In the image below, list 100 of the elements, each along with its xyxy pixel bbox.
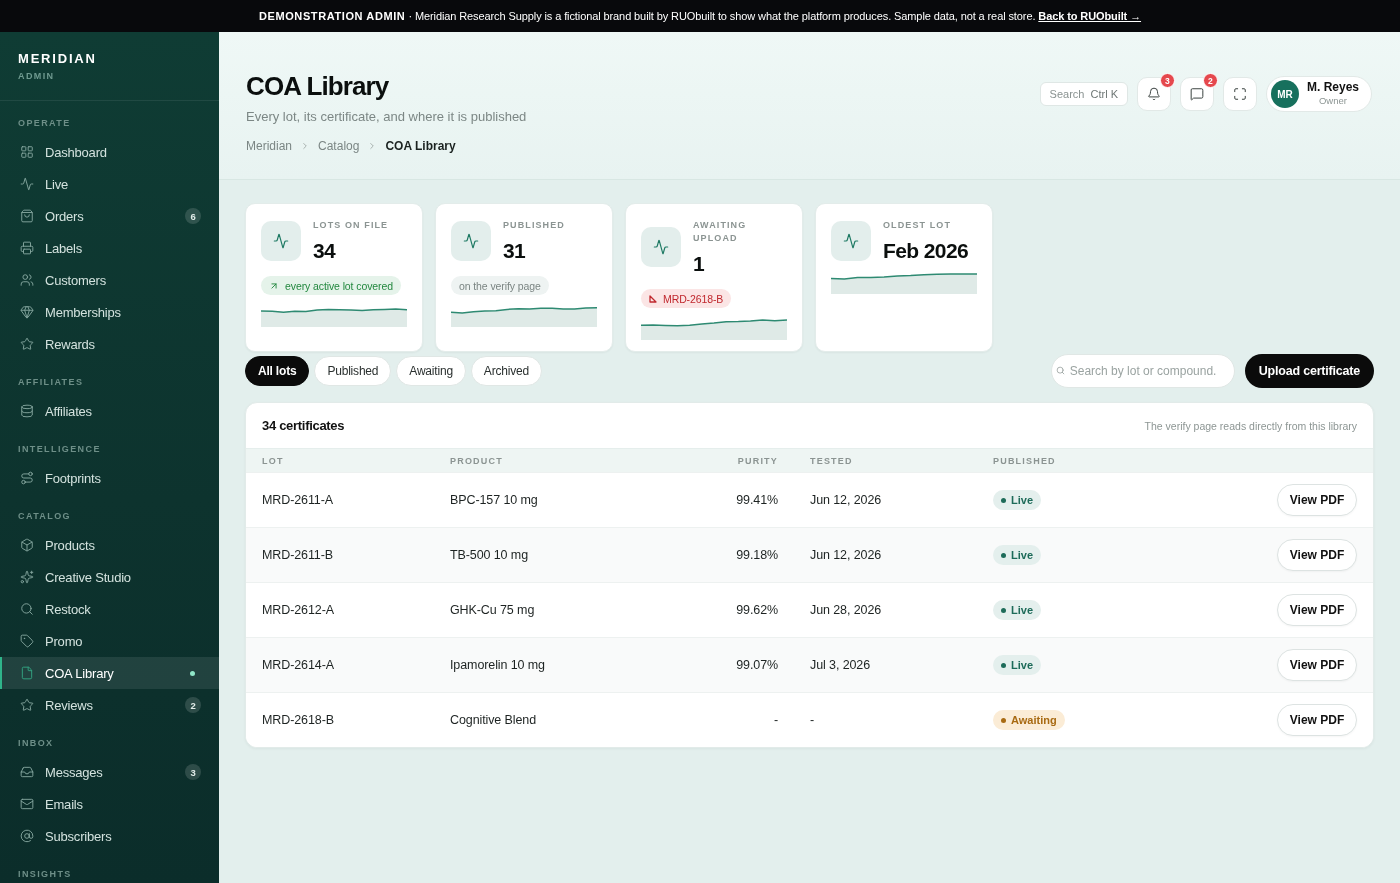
breadcrumb-link[interactable]: Catalog — [318, 137, 360, 155]
box-icon — [20, 538, 34, 552]
status-dot-icon — [1001, 497, 1006, 503]
nav-item[interactable]: Orders 6 — [0, 200, 219, 232]
pulse-icon — [261, 220, 301, 261]
table-cell-text: MRD-2611-B — [261, 548, 334, 562]
nav-item[interactable]: Customers — [0, 264, 219, 296]
pulse-icon — [451, 220, 491, 261]
note-text: MRD-2618-B — [663, 292, 724, 305]
user-avatar: MR — [1270, 80, 1299, 108]
note-text: every active lot covered — [285, 279, 393, 292]
active-dot-icon — [190, 670, 195, 676]
nav-item[interactable]: Labels — [0, 232, 219, 264]
stat-value: 34 — [313, 240, 337, 262]
status-text: Live — [1011, 659, 1033, 671]
table-cell-text: Ipamorelin 10 mg — [449, 658, 546, 672]
triangle-icon — [649, 294, 657, 303]
column-header: PRODUCT — [449, 455, 504, 466]
stat-value: 1 — [693, 253, 706, 275]
section-heading: CATALOG — [17, 510, 72, 523]
page-subtitle: Every lot, its certificate, and where it is published — [246, 108, 527, 126]
back-link[interactable]: Back to RUObuilt → — [1038, 10, 1142, 22]
table-cell-text: MRD-2611-A — [261, 493, 334, 507]
pulse-icon — [641, 227, 681, 267]
status-dot-icon — [1001, 607, 1006, 613]
demo-notice: DEMONSTRATION ADMIN · Meridian Research Supply is a fictional brand built by RUObuilt to show what the platform produces. Sample data, not a real store. Back to RUObuilt → — [258, 10, 1142, 22]
page-title: COA Library — [246, 70, 390, 102]
file-icon — [20, 666, 34, 680]
nav-item[interactable]: Affiliates — [0, 395, 219, 427]
view-pdf-button[interactable]: View PDF — [1277, 649, 1357, 681]
nav-item[interactable]: Emails — [0, 788, 219, 820]
count-badge: 3 — [185, 764, 201, 780]
upload-button[interactable]: Upload certificate — [1244, 354, 1374, 388]
stat-label: LOTS ON FILE — [313, 219, 389, 232]
search-field[interactable]: Search by lot or compound. — [1050, 354, 1235, 388]
table-cell-text: - — [772, 713, 779, 727]
view-pdf-button[interactable]: View PDF — [1277, 539, 1357, 571]
table-cell-text: 99.41% — [735, 493, 779, 507]
nav-item[interactable]: Promo — [0, 625, 219, 657]
nav-item[interactable]: Live — [0, 168, 219, 200]
nav-item[interactable]: Restock — [0, 593, 219, 625]
status-dot-icon — [1001, 717, 1006, 723]
sparkle-icon — [20, 570, 34, 584]
inbox-icon — [20, 765, 34, 779]
expand-icon — [1232, 87, 1247, 101]
nav-item[interactable]: Dashboard — [0, 136, 219, 168]
nav-item[interactable]: Products — [0, 529, 219, 561]
column-header: PURITY — [736, 455, 779, 466]
filter-tab[interactable]: Awaiting — [396, 356, 466, 386]
table-cell-text: 99.18% — [735, 548, 779, 562]
arrow-up-right-icon — [269, 280, 279, 291]
printer-icon — [20, 241, 34, 255]
section-heading: INTELLIGENCE — [17, 443, 102, 456]
filter-tab[interactable]: Archived — [470, 356, 542, 386]
fullscreen-button[interactable] — [1222, 77, 1257, 111]
filter-tab[interactable]: Published — [314, 356, 392, 386]
section-heading: AFFILIATES — [17, 376, 85, 389]
star-icon — [20, 698, 34, 712]
table-cell-text: Jun 28, 2026 — [809, 603, 883, 617]
view-pdf-button[interactable]: View PDF — [1277, 704, 1357, 736]
bag-icon — [20, 209, 34, 223]
status-text: Live — [1011, 604, 1033, 616]
nav-item[interactable]: Messages 3 — [0, 756, 219, 788]
stat-label: OLDEST LOT — [883, 219, 952, 232]
database-icon — [20, 404, 34, 418]
status-text: Live — [1011, 549, 1033, 561]
pulse-icon — [831, 220, 871, 261]
table-cell-text: MRD-2614-A — [261, 658, 335, 672]
grid-icon — [20, 145, 34, 159]
note-text: on the verify page — [459, 279, 541, 292]
nav-item[interactable]: Footprints — [0, 462, 219, 494]
table-title: 34 certificates — [262, 418, 345, 433]
user-role: Owner — [1319, 94, 1347, 107]
bell-icon — [1146, 87, 1161, 101]
user-name: M. Reyes — [1306, 81, 1359, 94]
nav-item[interactable]: COA Library — [0, 657, 219, 689]
count-badge: 2 — [1202, 73, 1218, 88]
table-note: The verify page reads directly from this library — [1144, 419, 1357, 432]
table-cell-text: BPC-157 10 mg — [449, 493, 539, 507]
nav-item[interactable]: Memberships — [0, 296, 219, 328]
stat-label: PUBLISHED — [503, 219, 565, 232]
count-badge: 2 — [185, 697, 201, 713]
brand-subtitle: ADMIN — [18, 71, 56, 81]
nav-item[interactable]: Creative Studio — [0, 561, 219, 593]
table-cell-text: 99.62% — [735, 603, 779, 617]
star-icon — [20, 337, 34, 351]
brand-name: MERIDIAN — [18, 51, 98, 67]
users-icon — [20, 273, 34, 287]
view-pdf-button[interactable]: View PDF — [1277, 484, 1357, 516]
stat-label: AWAITING UPLOAD — [693, 219, 748, 245]
table-cell-text: GHK-Cu 75 mg — [449, 603, 536, 617]
search-button[interactable]: Search Ctrl K — [1039, 82, 1128, 106]
search-icon — [20, 602, 34, 616]
nav-item[interactable]: Reviews 2 — [0, 689, 219, 721]
nav-item[interactable]: Subscribers — [0, 820, 219, 852]
view-pdf-button[interactable]: View PDF — [1277, 594, 1357, 626]
nav-item[interactable]: Rewards — [0, 328, 219, 360]
table-cell-text: TB-500 10 mg — [449, 548, 529, 562]
user-menu[interactable]: MR M. Reyes Owner — [1265, 76, 1372, 112]
filter-tab[interactable]: All lots — [245, 356, 310, 386]
